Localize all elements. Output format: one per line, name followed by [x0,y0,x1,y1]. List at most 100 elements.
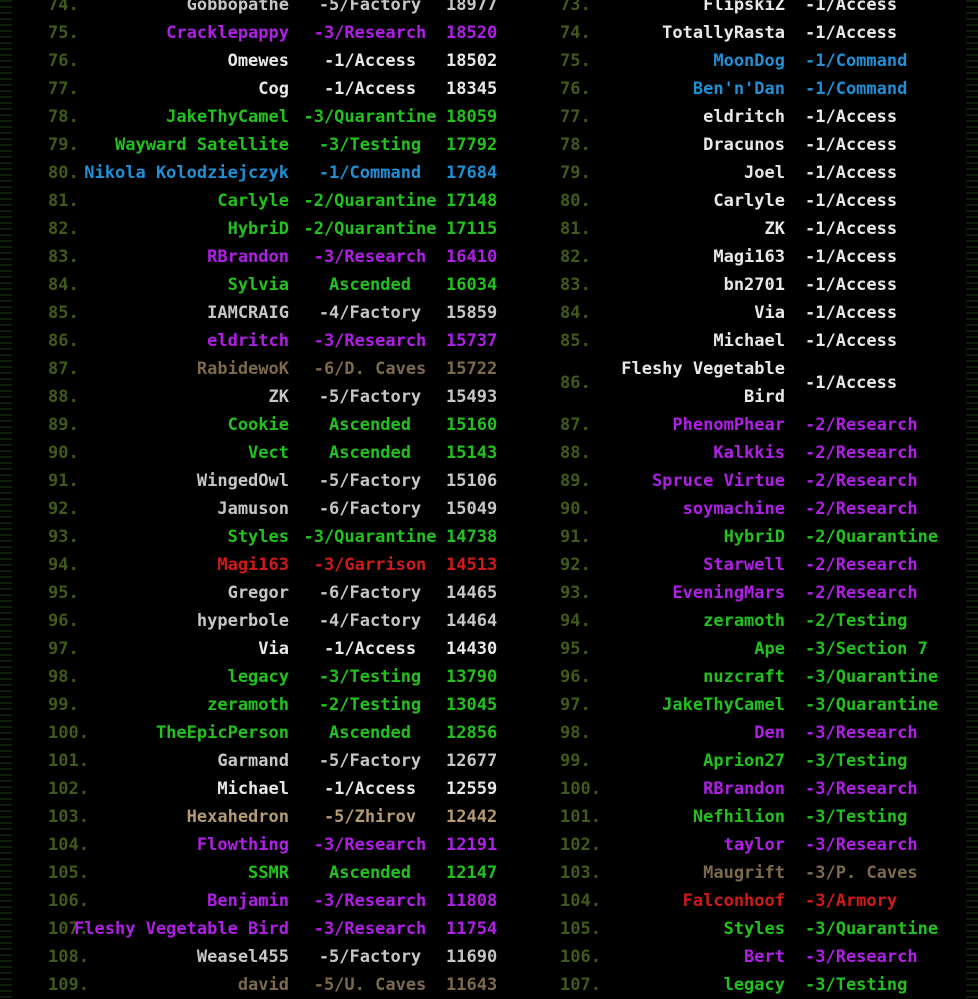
player-name: Magi163 [713,247,785,267]
rank-number: 81. [560,219,591,239]
player-name: Styles [723,919,785,939]
player-name: Cog [258,79,289,99]
player-name-line: Fleshy Vegetable [621,359,785,379]
player-name: Kalkkis [713,443,785,463]
floor-reached: -3/P. Caves [805,863,918,883]
floor-reached: -1/Access [805,107,898,127]
score-value: 12442 [446,807,498,827]
score-value: 15859 [446,303,498,323]
leaderboard-row: 78. Dracunos -1/Access [500,131,978,159]
rank-number: 96. [560,667,591,687]
rank-number: 94. [48,555,79,575]
floor-reached: -6/Factory [318,499,422,519]
rank-number: 93. [48,527,79,547]
floor-reached: -2/Testing [318,695,422,715]
player-name: Michael [217,779,289,799]
player-name: Maugrift [703,863,785,883]
leaderboard-row: 85. IAMCRAIG -4/Factory 15859 [0,299,500,327]
rank-number: 73. [560,0,591,15]
player-name: Gobbopathe [186,0,289,15]
player-name: Carlyle [713,191,785,211]
player-name: Gregor [227,583,289,603]
rank-number: 107. [560,975,601,995]
floor-reached: -3/Research [313,835,427,855]
rank-number: 74. [48,0,79,15]
leaderboard-row: 100. TheEpicPerson Ascended 12856 [0,719,500,747]
leaderboard-row: 98. Den -3/Research [500,719,978,747]
rank-number: 84. [48,275,79,295]
rank-number: 108. [48,947,89,967]
leaderboard-row: 98. legacy -3/Testing 13790 [0,663,500,691]
leaderboard-row: 81. ZK -1/Access [500,215,978,243]
player-name: Omewes [227,51,289,71]
floor-reached: -3/Quarantine [805,919,939,939]
leaderboard-row: 77. eldritch -1/Access [500,103,978,131]
rank-number: 92. [560,555,591,575]
rank-number: 105. [560,919,601,939]
floor-reached: -3/Testing [805,751,908,771]
floor-reached: -5/Factory [318,947,422,967]
player-name: nuzcraft [703,667,785,687]
player-name: taylor [723,835,785,855]
floor-reached: -3/Testing [805,975,908,995]
score-value: 14464 [446,611,498,631]
player-name: Bert [744,947,785,967]
floor-reached: -1/Access [323,779,417,799]
floor-reached: -2/Quarantine [805,527,939,547]
rank-number: 101. [48,751,89,771]
score-value: 13790 [446,667,498,687]
player-name: Nefhilion [692,807,785,827]
floor-reached: -5/Factory [318,387,422,407]
player-name: Starwell [703,555,785,575]
player-name: ZK [764,219,785,239]
rank-number: 76. [48,51,79,71]
score-value: 17148 [446,191,498,211]
rank-number: 105. [48,863,89,883]
floor-reached: -1/Command [318,163,422,183]
leaderboard-row: 77. Cog -1/Access 18345 [0,75,500,103]
floor-reached: -2/Research [805,555,918,575]
score-value: 13045 [446,695,498,715]
floor-reached: Ascended [329,863,411,883]
rank-number: 102. [48,779,89,799]
score-value: 17115 [446,219,498,239]
floor-reached: -5/Zhirov [323,807,417,827]
floor-reached: -6/Factory [318,583,422,603]
leaderboard-row: 97. JakeThyCamel -3/Quarantine [500,691,978,719]
score-value: 14430 [446,639,498,659]
rank-number: 90. [560,499,591,519]
player-name: Sylvia [227,275,289,295]
score-value: 15160 [446,415,498,435]
rank-number: 83. [48,247,79,267]
rank-number: 87. [48,359,79,379]
player-name: Den [754,723,785,743]
floor-reached: -1/Access [805,163,898,183]
score-value: 14738 [446,527,498,547]
rank-number: 91. [48,471,79,491]
rank-number: 77. [48,79,79,99]
leaderboard-row: 84. Via -1/Access [500,299,978,327]
leaderboard-row: 93. EveningMars -2/Research [500,579,978,607]
floor-reached: -5/Factory [318,0,422,15]
player-name: Flowthing [196,835,289,855]
leaderboard-row: 99. Aprion27 -3/Testing [500,747,978,775]
leaderboard-row: 93. Styles -3/Quarantine 14738 [0,523,500,551]
score-value: 11808 [446,891,498,911]
player-name: IAMCRAIG [207,303,289,323]
rank-number: 82. [48,219,79,239]
player-name: HybriD [227,219,289,239]
player-name: Magi163 [217,555,289,575]
rank-number: 87. [560,415,591,435]
floor-reached: -3/Garrison [313,555,427,575]
floor-reached: -3/Research [805,835,918,855]
floor-reached: -1/Access [805,373,898,393]
rank-number: 85. [48,303,79,323]
left-leaderboard: 74. Gobbopathe -5/Factory 18977 75. Cracklepa… [0,0,500,999]
player-name: Via [258,639,289,659]
leaderboard-row: 89. Cookie Ascended 15160 [0,411,500,439]
player-name: EveningMars [672,583,785,603]
player-name: david [237,975,289,995]
player-name: Michael [713,331,785,351]
rank-number: 86. [560,373,591,393]
rank-number: 99. [48,695,79,715]
